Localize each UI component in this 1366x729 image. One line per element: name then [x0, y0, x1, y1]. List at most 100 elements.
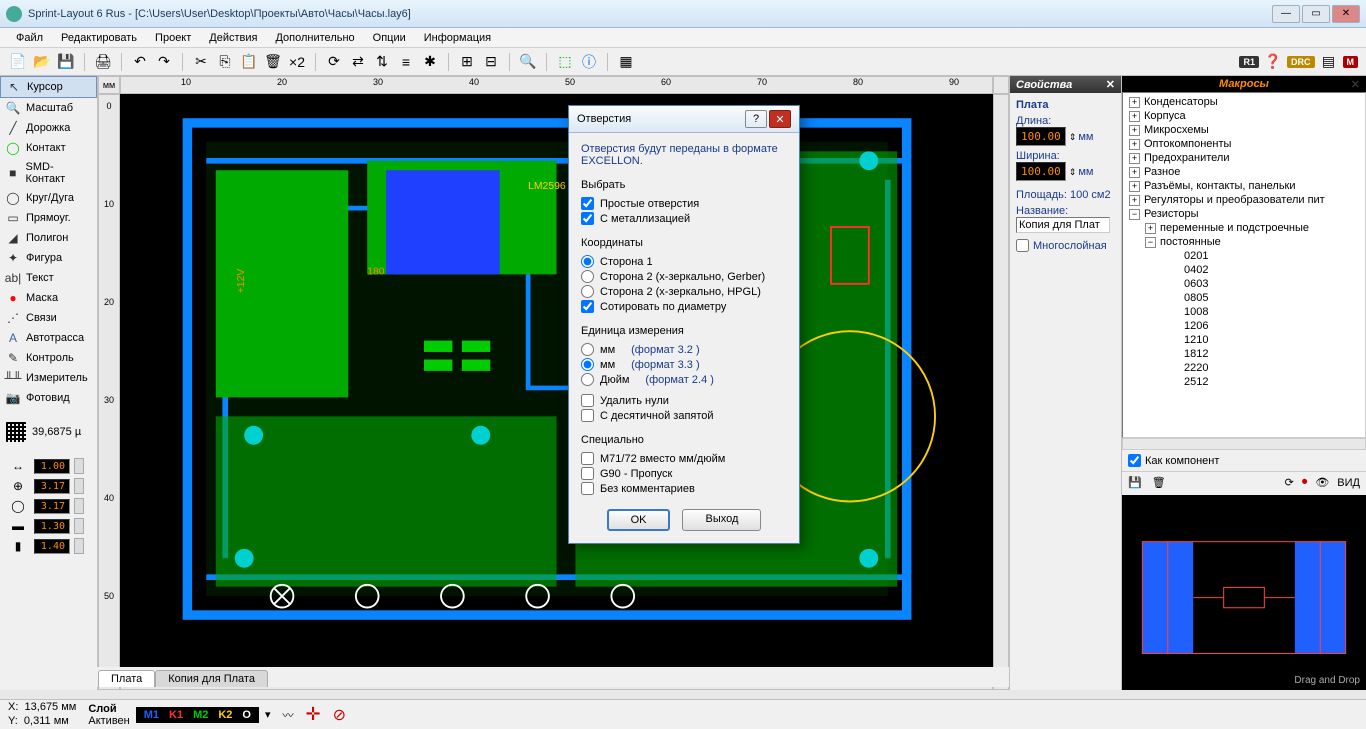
- tree-node[interactable]: 2512: [1125, 375, 1363, 389]
- tree-node[interactable]: +Разъёмы, контакты, панельки: [1125, 179, 1363, 193]
- radio-mm-32[interactable]: мм(формат 3.2 ): [581, 343, 787, 356]
- menu-edit[interactable]: Редактировать: [53, 30, 145, 46]
- expand-icon[interactable]: +: [1129, 111, 1140, 122]
- minimize-button[interactable]: —: [1272, 5, 1300, 23]
- cb-m71-72[interactable]: M71/72 вместо мм/дюйм: [581, 452, 787, 465]
- mirror-h-icon[interactable]: ⇄: [348, 52, 368, 72]
- tree-node[interactable]: +Микросхемы: [1125, 123, 1363, 137]
- expand-icon[interactable]: +: [1129, 153, 1140, 164]
- radio-side1[interactable]: Сторона 1: [581, 255, 787, 268]
- redo-icon[interactable]: ↷: [154, 52, 174, 72]
- properties-close-icon[interactable]: ✕: [1106, 78, 1115, 91]
- macro-save-icon[interactable]: 💾: [1128, 476, 1142, 489]
- ok-button[interactable]: OK: [607, 509, 671, 531]
- zoom-icon[interactable]: 🔍: [518, 52, 538, 72]
- help-icon[interactable]: ❓: [1263, 52, 1283, 72]
- tool-фотовид[interactable]: 📷Фотовид: [0, 388, 97, 408]
- status-cross-icon[interactable]: ⊘: [333, 705, 346, 725]
- param-row[interactable]: ⊕3.17: [0, 476, 97, 496]
- param-row[interactable]: ▮1.40: [0, 536, 97, 556]
- layer-selector[interactable]: M1K1M2K2O: [136, 707, 259, 723]
- layers-icon[interactable]: ▤: [1319, 52, 1339, 72]
- tree-node[interactable]: +Оптокомпоненты: [1125, 137, 1363, 151]
- menu-options[interactable]: Опции: [365, 30, 414, 46]
- tree-node[interactable]: 0805: [1125, 291, 1363, 305]
- tree-node[interactable]: 1206: [1125, 319, 1363, 333]
- menu-info[interactable]: Информация: [416, 30, 499, 46]
- maximize-button[interactable]: ▭: [1302, 5, 1330, 23]
- mirror-v-icon[interactable]: ⇅: [372, 52, 392, 72]
- radio-side2-hpgl[interactable]: Сторона 2 (x-зеркально, HPGL): [581, 285, 787, 298]
- ungroup-icon[interactable]: ⊟: [481, 52, 501, 72]
- open-icon[interactable]: 📂: [32, 52, 52, 72]
- tool-круг/дуга[interactable]: ◯Круг/Дуга: [0, 188, 97, 208]
- grid-setting[interactable]: 39,6875 µ: [0, 418, 97, 446]
- expand-icon[interactable]: +: [1129, 139, 1140, 150]
- tool-автотрасса[interactable]: AАвтотрасса: [0, 328, 97, 348]
- radio-inch-24[interactable]: Дюйм(формат 2.4 ): [581, 373, 787, 386]
- tree-node[interactable]: 1008: [1125, 305, 1363, 319]
- tree-node[interactable]: +Регуляторы и преобразователи пит: [1125, 193, 1363, 207]
- exit-button[interactable]: Выход: [682, 509, 761, 531]
- radio-side2-gerber[interactable]: Сторона 2 (x-зеркально, Gerber): [581, 270, 787, 283]
- tool-измеритель[interactable]: ╨╨Измеритель: [0, 368, 97, 388]
- tree-node[interactable]: 1210: [1125, 333, 1363, 347]
- scrollbar-vertical[interactable]: [993, 94, 1009, 674]
- board-name-input[interactable]: Копия для Плат: [1016, 217, 1110, 233]
- close-button[interactable]: ✕: [1332, 5, 1360, 23]
- tool-курсор[interactable]: ↖Курсор: [0, 76, 97, 98]
- copy-icon[interactable]: ⎘: [215, 52, 235, 72]
- macro-delete-icon[interactable]: 🗑: [1152, 476, 1166, 489]
- pattern-icon[interactable]: ▦: [616, 52, 636, 72]
- board-width[interactable]: 100.00: [1016, 127, 1066, 146]
- tab-board[interactable]: Плата: [98, 670, 155, 687]
- multilayer-checkbox[interactable]: Многослойная: [1016, 239, 1115, 252]
- tool-связи[interactable]: ⋰Связи: [0, 308, 97, 328]
- spin-buttons[interactable]: [74, 518, 84, 534]
- cb-sort-diameter[interactable]: Сотировать по диаметру: [581, 300, 787, 313]
- menu-actions[interactable]: Действия: [201, 30, 265, 46]
- expand-icon[interactable]: +: [1129, 125, 1140, 136]
- duplicate-icon[interactable]: ×2: [287, 52, 307, 72]
- expand-icon[interactable]: +: [1129, 167, 1140, 178]
- cb-metallized[interactable]: С металлизацией: [581, 212, 787, 225]
- macro-view-icon[interactable]: 👁: [1315, 476, 1329, 489]
- tree-node[interactable]: −Резисторы: [1125, 207, 1363, 221]
- expand-icon[interactable]: +: [1145, 223, 1156, 234]
- tab-copy[interactable]: Копия для Плата: [155, 670, 268, 687]
- r1-badge[interactable]: R1: [1239, 56, 1259, 68]
- rotate-icon[interactable]: ⟳: [324, 52, 344, 72]
- menu-file[interactable]: Файл: [8, 30, 51, 46]
- expand-icon[interactable]: −: [1129, 209, 1140, 220]
- macros-close-icon[interactable]: ✕: [1351, 78, 1360, 91]
- status-icon-1[interactable]: 〰: [283, 707, 294, 723]
- layer-badge[interactable]: O: [240, 709, 253, 721]
- tree-node[interactable]: +Конденсаторы: [1125, 95, 1363, 109]
- tool-полигон[interactable]: ◢Полигон: [0, 228, 97, 248]
- undo-icon[interactable]: ↶: [130, 52, 150, 72]
- param-row[interactable]: ↔1.00: [0, 456, 97, 476]
- drc-badge[interactable]: DRC: [1287, 56, 1315, 68]
- tool-фигура[interactable]: ✦Фигура: [0, 248, 97, 268]
- delete-icon[interactable]: 🗑: [263, 52, 283, 72]
- align-icon[interactable]: ≡: [396, 52, 416, 72]
- cb-g90[interactable]: G90 - Пропуск: [581, 467, 787, 480]
- spin-buttons[interactable]: [74, 538, 84, 554]
- new-icon[interactable]: 📄: [8, 52, 28, 72]
- menu-extra[interactable]: Дополнительно: [267, 30, 362, 46]
- tree-node[interactable]: +Предохранители: [1125, 151, 1363, 165]
- cb-delete-zeros[interactable]: Удалить нули: [581, 394, 787, 407]
- spin-buttons[interactable]: [74, 458, 84, 474]
- print-icon[interactable]: 🖨: [93, 52, 113, 72]
- cb-simple-holes[interactable]: Простые отверстия: [581, 197, 787, 210]
- layer-badge[interactable]: M2: [191, 709, 210, 721]
- tool-масштаб[interactable]: 🔍Масштаб: [0, 98, 97, 118]
- tool-прямоуг.[interactable]: ▭Прямоуг.: [0, 208, 97, 228]
- tool-контроль[interactable]: ✎Контроль: [0, 348, 97, 368]
- tool-текст[interactable]: ab|Текст: [0, 268, 97, 288]
- pcb-canvas[interactable]: +12V 180 LM2596: [120, 94, 993, 674]
- macro-preview[interactable]: Drag and Drop: [1122, 495, 1366, 690]
- radio-mm-33[interactable]: мм(формат 3.3 ): [581, 358, 787, 371]
- tool-контакт[interactable]: ◯Контакт: [0, 138, 97, 158]
- layer-badge[interactable]: K1: [167, 709, 185, 721]
